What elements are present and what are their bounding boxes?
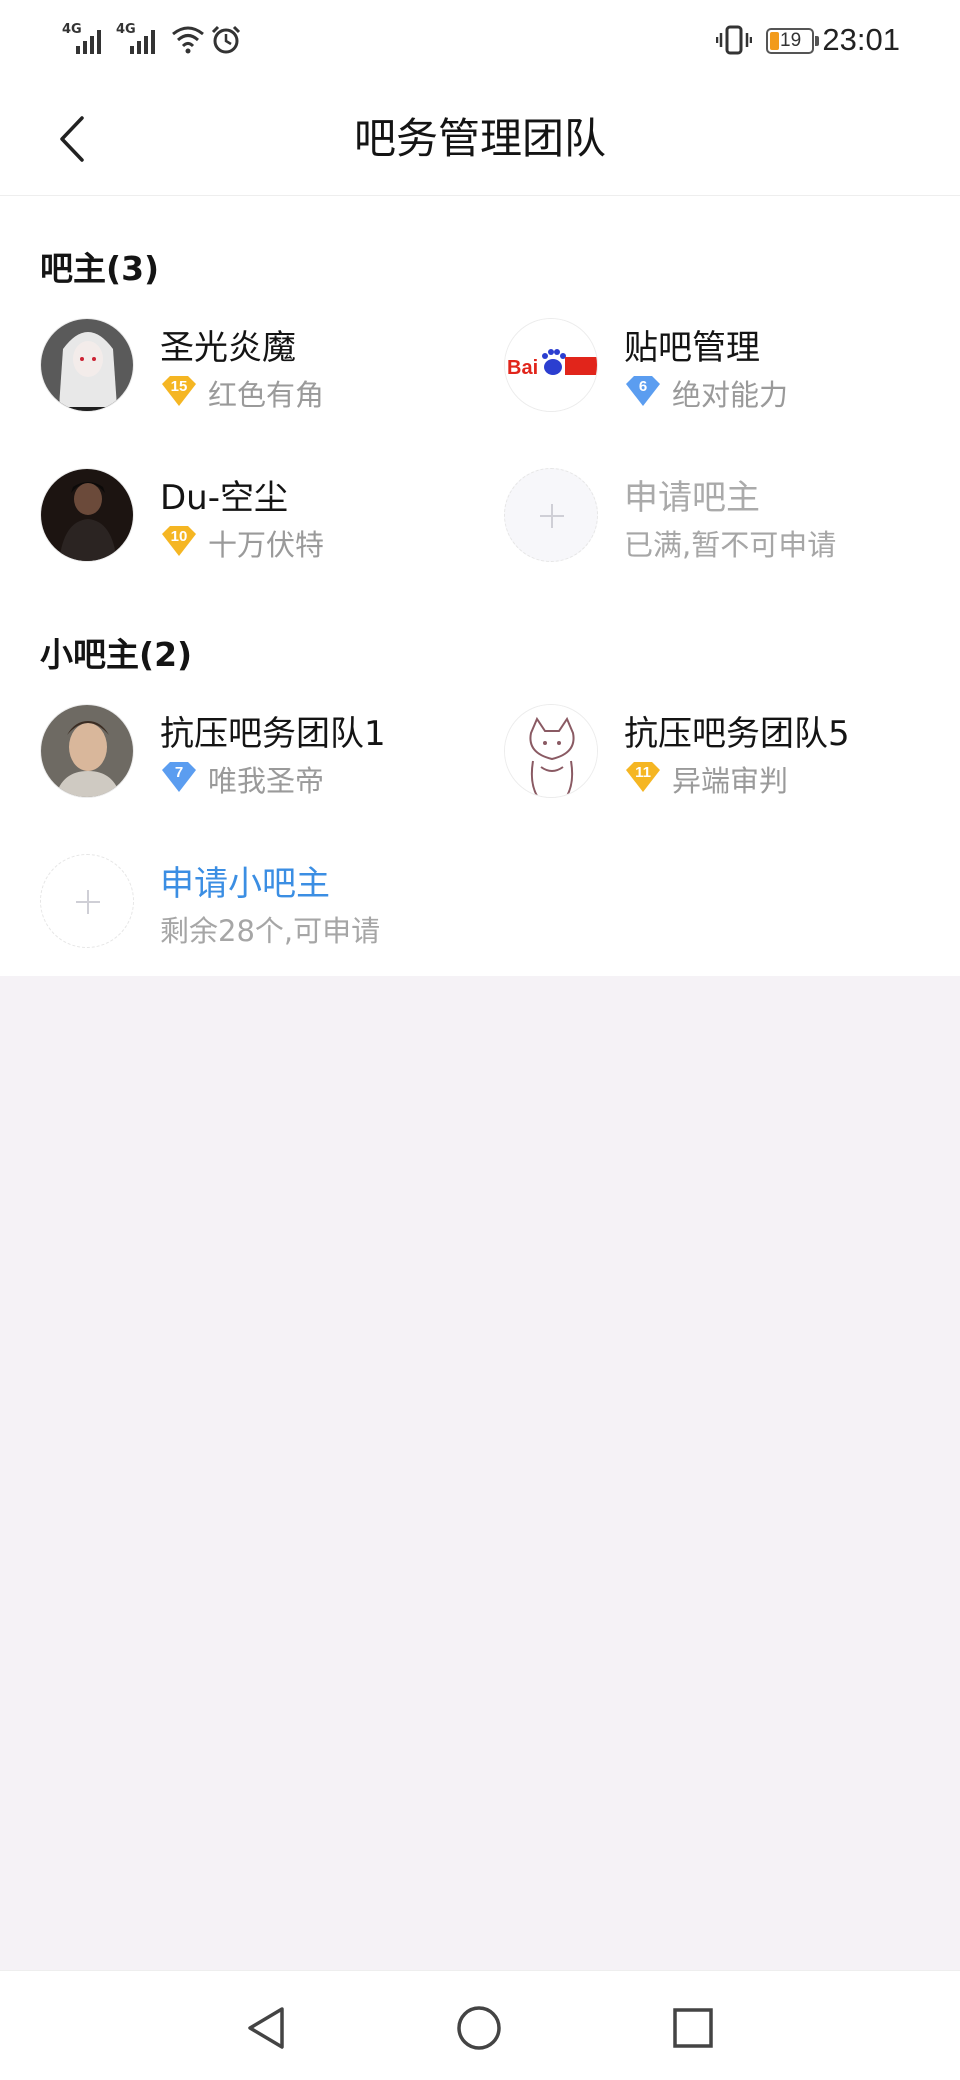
- square-recents-icon[interactable]: [672, 2007, 714, 2049]
- level-badge: 11: [624, 760, 662, 794]
- apply-assistant-button[interactable]: 申请小吧主 剩余28个,可申请: [40, 854, 480, 954]
- plus-icon: [504, 468, 598, 562]
- member-title: 绝对能力: [672, 378, 789, 412]
- clock: 23:01: [822, 22, 900, 57]
- apply-owner-note: 已满,暂不可申请: [624, 528, 837, 562]
- avatar[interactable]: Bai: [504, 318, 598, 412]
- member-name: 抗压吧务团队5: [624, 714, 850, 754]
- avatar[interactable]: [40, 468, 134, 562]
- member-title: 异端审判: [672, 764, 789, 798]
- system-nav-bar: [0, 1970, 960, 2080]
- circle-home-icon[interactable]: [456, 2005, 502, 2051]
- member-card[interactable]: Du-空尘 10 十万伏特: [40, 468, 480, 568]
- member-title: 十万伏特: [208, 528, 325, 562]
- avatar[interactable]: [40, 704, 134, 798]
- battery-level: 19: [780, 30, 802, 51]
- member-title: 红色有角: [208, 378, 325, 412]
- plus-icon: [40, 854, 134, 948]
- triangle-back-icon[interactable]: [244, 2005, 288, 2051]
- apply-owner-label: 申请吧主: [624, 478, 760, 518]
- vibrate-icon: [716, 25, 752, 55]
- apply-assistant-label: 申请小吧主: [160, 864, 330, 904]
- level-badge: 15: [160, 374, 198, 408]
- member-name: 圣光炎魔: [160, 328, 296, 368]
- level-badge: 10: [160, 524, 198, 558]
- assistants-heading: 小吧主(2): [40, 635, 193, 674]
- team-list: 吧主(3) 圣光炎魔 15 红色有角 Bai 贴吧管理 6 绝对能力 Du-空尘…: [0, 196, 960, 976]
- member-card[interactable]: 抗压吧务团队1 7 唯我圣帝: [40, 704, 480, 804]
- header: 吧务管理团队: [0, 82, 960, 196]
- apply-owner-button[interactable]: 申请吧主 已满,暂不可申请: [504, 468, 944, 568]
- member-name: 贴吧管理: [624, 328, 760, 368]
- signal-sim1-icon: 4G: [62, 20, 110, 56]
- battery-icon: 19: [766, 28, 819, 54]
- member-title: 唯我圣帝: [208, 764, 325, 798]
- alarm-icon: [211, 25, 241, 54]
- apply-assistant-note: 剩余28个,可申请: [160, 914, 381, 948]
- avatar[interactable]: [504, 704, 598, 798]
- signal-sim2-icon: 4G: [116, 20, 164, 56]
- member-card[interactable]: 圣光炎魔 15 红色有角: [40, 318, 480, 418]
- level-badge: 6: [624, 374, 662, 408]
- owners-heading: 吧主(3): [40, 249, 160, 288]
- member-card[interactable]: Bai 贴吧管理 6 绝对能力: [504, 318, 944, 418]
- svg-text:Bai: Bai: [507, 357, 538, 379]
- member-name: Du-空尘: [160, 478, 288, 518]
- level-badge: 7: [160, 760, 198, 794]
- page-title: 吧务管理团队: [353, 114, 606, 163]
- wifi-icon: [172, 26, 204, 54]
- status-bar: 4G 4G 19 23:01: [0, 0, 960, 82]
- member-card[interactable]: 抗压吧务团队5 11 异端审判: [504, 704, 944, 804]
- avatar[interactable]: [40, 318, 134, 412]
- member-name: 抗压吧务团队1: [160, 714, 386, 754]
